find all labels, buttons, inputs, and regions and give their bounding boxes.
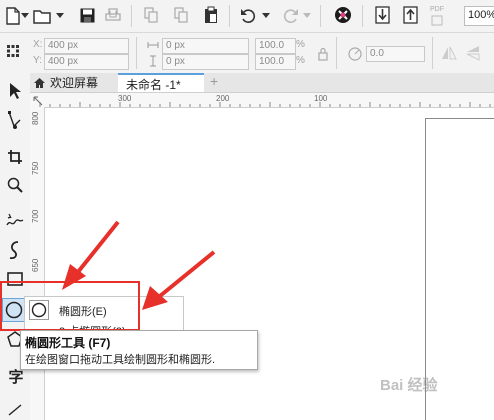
ruler-v-label: 800 (31, 111, 40, 125)
open-folder-icon[interactable] (32, 6, 52, 26)
undo-icon[interactable] (238, 6, 258, 24)
paste-icon[interactable] (202, 5, 220, 25)
width-icon (146, 39, 160, 51)
scale-width-field[interactable]: 100.0 (255, 38, 296, 54)
new-document-icon[interactable] (4, 6, 22, 26)
toolbar-separator (136, 37, 137, 69)
dropdown-arrow-icon[interactable] (303, 12, 311, 20)
rotation-angle-field[interactable]: 0.0 (366, 46, 425, 62)
x-position-field[interactable]: 400 px (44, 38, 129, 54)
corel-connect-icon[interactable] (333, 5, 353, 25)
page-border-top (425, 118, 494, 119)
toolbar-separator (131, 5, 132, 27)
standard-toolbar: PDF 100% (0, 0, 494, 33)
mirror-horizontal-icon[interactable] (440, 44, 458, 62)
height-field[interactable]: 0 px (162, 54, 249, 70)
watermark: Bai 经验 (380, 377, 438, 394)
annotation-arrowhead-2 (142, 286, 168, 310)
zoom-level-value: 100% (468, 9, 494, 21)
toolbar-separator (336, 37, 337, 69)
scale-width-percent: % (296, 39, 305, 50)
toolbar-separator (320, 5, 321, 27)
annotation-arrow-2 (158, 250, 216, 298)
y-position-field[interactable]: 400 px (44, 54, 129, 70)
tab-welcome-screen[interactable]: 欢迎屏幕 (50, 75, 98, 92)
scale-height-field[interactable]: 100.0 (255, 54, 296, 70)
publish-pdf-icon[interactable] (430, 14, 444, 26)
dropdown-arrow-icon[interactable] (56, 12, 64, 20)
home-icon[interactable] (32, 76, 46, 90)
rotation-angle-icon (346, 45, 364, 63)
scale-height-percent: % (296, 55, 305, 66)
toolbar-separator (432, 37, 433, 69)
lock-ratio-icon[interactable] (316, 46, 330, 62)
y-label: Y: (33, 55, 42, 66)
tab-untitled-1[interactable]: 未命名 -1* (118, 73, 204, 92)
width-field[interactable]: 0 px (162, 38, 249, 54)
save-icon[interactable] (78, 6, 96, 24)
tooltip-title: 椭圆形工具 (F7) (25, 336, 111, 350)
toolbar-separator (229, 5, 230, 27)
copy-icon[interactable] (172, 6, 190, 24)
export-icon[interactable] (401, 5, 419, 25)
pick-tool-icon[interactable] (5, 81, 25, 101)
ruler-origin-icon[interactable] (31, 94, 44, 107)
zoom-level-field[interactable]: 100% (464, 6, 494, 26)
tooltip-description: 在绘图窗口拖动工具绘制圆形和椭圆形. (25, 354, 216, 366)
document-tabs: 欢迎屏幕 未命名 -1* + (30, 73, 494, 93)
property-bar: X: 400 px Y: 400 px 0 px 0 px 100.0 % 10… (0, 33, 494, 74)
shape-tool-icon[interactable] (5, 109, 25, 131)
print-icon[interactable] (104, 6, 122, 24)
x-label: X: (33, 39, 43, 50)
toolbar-separator (362, 5, 363, 27)
tab-untitled-1-label: 未命名 -1* (126, 78, 181, 92)
publish-pdf-label[interactable]: PDF (430, 6, 444, 13)
height-icon (146, 54, 160, 68)
dropdown-arrow-icon[interactable] (21, 12, 29, 20)
parallel-dimension-tool-icon[interactable] (5, 401, 25, 419)
redo-icon[interactable] (280, 6, 300, 24)
zoom-tool-icon[interactable] (5, 175, 25, 195)
annotation-arrow-1 (76, 220, 120, 274)
ellipse-tool-tooltip: 椭圆形工具 (F7) 在绘图窗口拖动工具绘制圆形和椭圆形. (20, 330, 258, 370)
tab-add-button[interactable]: + (210, 73, 218, 90)
cut-icon[interactable] (142, 6, 160, 24)
annotation-arrows (62, 220, 216, 310)
import-icon[interactable] (373, 5, 391, 25)
crop-tool-icon[interactable] (5, 147, 25, 167)
page-preset-grid-icon[interactable] (6, 44, 20, 58)
ruler-v-label: 750 (31, 161, 40, 175)
mirror-vertical-icon[interactable] (464, 44, 482, 62)
horizontal-ruler[interactable]: 300 200 100 (30, 93, 494, 108)
dropdown-arrow-icon[interactable] (262, 12, 270, 20)
ruler-h-ticks (39, 102, 491, 107)
